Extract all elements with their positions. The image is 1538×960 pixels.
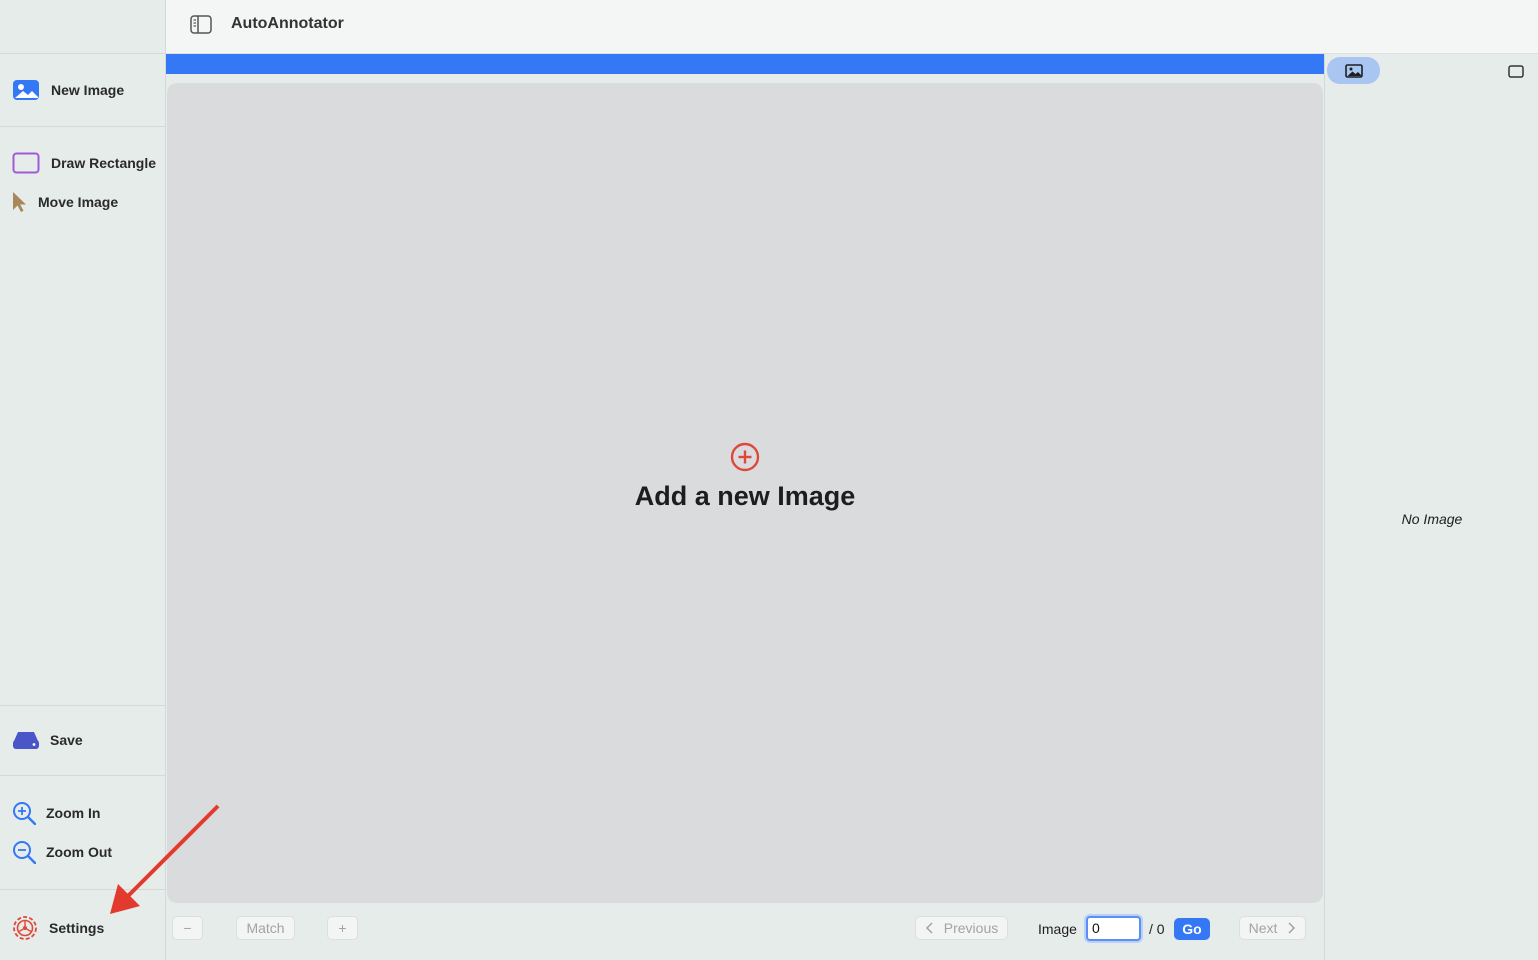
sidebar-item-new-image[interactable]: New Image [0, 72, 166, 108]
divider [0, 775, 166, 776]
image-canvas[interactable]: Add a new Image [167, 83, 1323, 903]
sidebar-item-draw-rectangle[interactable]: Draw Rectangle [0, 145, 166, 181]
bottom-toolbar: − Match + Previous Image 0 / 0 Go Next [166, 906, 1324, 960]
app-title: AutoAnnotator [231, 15, 344, 32]
divider [0, 126, 166, 127]
drive-icon [13, 732, 39, 749]
zoom-out-icon [13, 841, 36, 864]
sidebar-item-label: Zoom In [46, 805, 101, 821]
chevron-right-icon [1288, 922, 1296, 934]
minus-icon: − [183, 920, 192, 936]
go-button[interactable]: Go [1174, 918, 1210, 940]
plus-circle-icon [730, 442, 760, 472]
sidebar-item-label: Draw Rectangle [51, 155, 157, 171]
zoom-in-icon [13, 802, 36, 825]
sidebar-item-zoom-in[interactable]: Zoom In [0, 795, 166, 831]
sidebar: New Image Draw Rectangle Move Image Save [0, 0, 166, 960]
sidebar-item-settings[interactable]: Settings [0, 910, 166, 946]
sidebar-toggle-icon[interactable] [190, 15, 212, 34]
photo-icon [1344, 63, 1363, 78]
sidebar-item-label: Settings [49, 920, 105, 936]
rectangle-tab-icon[interactable] [1508, 65, 1524, 78]
accent-bar [166, 54, 1324, 74]
right-panel: No Image [1324, 54, 1538, 960]
sidebar-item-label: New Image [51, 82, 125, 98]
previous-label: Previous [943, 920, 999, 936]
chevron-left-icon [925, 922, 933, 934]
tab-image[interactable] [1327, 57, 1380, 84]
next-button[interactable]: Next [1239, 916, 1306, 940]
gear-icon [13, 916, 37, 940]
sidebar-item-move-image[interactable]: Move Image [0, 184, 166, 220]
photo-icon [13, 80, 39, 100]
divider [0, 889, 166, 890]
zoom-plus-button[interactable]: + [327, 916, 358, 940]
add-image-prompt[interactable]: Add a new Image [167, 441, 1323, 512]
sidebar-item-label: Save [50, 732, 83, 748]
sidebar-item-label: Move Image [38, 194, 119, 210]
rectangle-icon [12, 152, 40, 174]
image-total: / 0 [1149, 921, 1165, 937]
no-image-text: No Image [1401, 511, 1463, 527]
image-label: Image [1038, 921, 1077, 937]
add-image-label: Add a new Image [634, 481, 856, 511]
sidebar-item-label: Zoom Out [46, 844, 113, 860]
cursor-arrow-icon [13, 192, 26, 212]
plus-icon: + [338, 920, 347, 936]
zoom-minus-button[interactable]: − [172, 916, 203, 940]
previous-button[interactable]: Previous [915, 916, 1008, 940]
match-button[interactable]: Match [236, 916, 295, 940]
title-bar: AutoAnnotator [166, 0, 1538, 54]
sidebar-item-save[interactable]: Save [0, 722, 166, 758]
sidebar-item-zoom-out[interactable]: Zoom Out [0, 834, 166, 870]
sidebar-top [0, 0, 165, 54]
next-label: Next [1248, 920, 1278, 936]
divider [0, 705, 166, 706]
image-index-input[interactable]: 0 [1086, 916, 1141, 941]
